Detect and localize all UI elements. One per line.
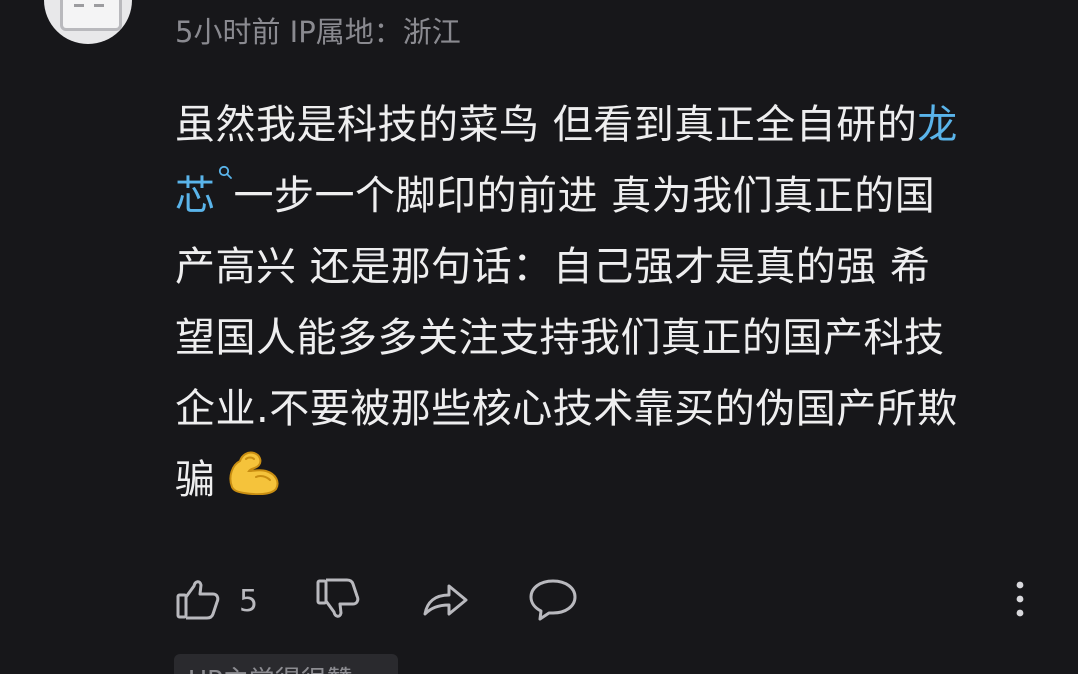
flexed-biceps-emoji [226, 447, 282, 518]
comment-body: 虽然我是科技的菜鸟 但看到真正全自研的龙 芯一步一个脚印的前进 真为我们真正的国… [175, 90, 1055, 518]
comment-line-6: 骗 [175, 445, 1055, 518]
share-arrow-icon [421, 576, 471, 626]
comment-line-3: 产高兴 还是那句话：自己强才是真的强 希 [175, 244, 931, 290]
comment-line-4: 望国人能多多关注支持我们真正的国产科技 [175, 315, 945, 361]
avatar-eye-left [74, 0, 84, 7]
avatar-face [60, 0, 122, 31]
comment-line-2: 芯一步一个脚印的前进 真为我们真正的国 [175, 161, 1055, 232]
chat-bubble-icon [527, 576, 579, 626]
keyword-link-part-1[interactable]: 龙 [917, 102, 958, 148]
share-button[interactable] [421, 576, 471, 626]
more-vertical-icon [1005, 576, 1035, 626]
comment-line-5: 企业.不要被那些核心技术靠买的伪国产所欺 [175, 386, 958, 432]
thumbs-down-icon [315, 576, 361, 626]
comment-text: 一步一个脚印的前进 真为我们真正的国 [233, 173, 936, 219]
comment-screen: 5小时前 IP属地：浙江 虽然我是科技的菜鸟 但看到真正全自研的龙 芯一步一个脚… [0, 0, 1078, 674]
comment-meta: 5小时前 IP属地：浙江 [175, 15, 461, 49]
up-liked-chip: UP主觉得很赞 [174, 654, 398, 674]
more-options-button[interactable] [1005, 576, 1035, 626]
comment-line-1: 虽然我是科技的菜鸟 但看到真正全自研的龙 [175, 90, 1055, 161]
comment-actions: 5 [175, 576, 1045, 626]
comment-text: 骗 [175, 457, 216, 503]
comment-text: 虽然我是科技的菜鸟 但看到真正全自研的 [175, 102, 918, 148]
like-count: 5 [239, 583, 259, 619]
like-button[interactable]: 5 [175, 576, 258, 626]
up-liked-label: UP主觉得很赞 [188, 660, 353, 674]
avatar-eye-right [94, 0, 104, 7]
search-icon[interactable] [216, 161, 234, 191]
dislike-button[interactable] [315, 576, 361, 626]
reply-button[interactable] [527, 576, 579, 626]
keyword-link-part-2[interactable]: 芯 [175, 173, 216, 219]
avatar[interactable] [44, 0, 132, 44]
thumbs-up-icon [175, 576, 221, 626]
